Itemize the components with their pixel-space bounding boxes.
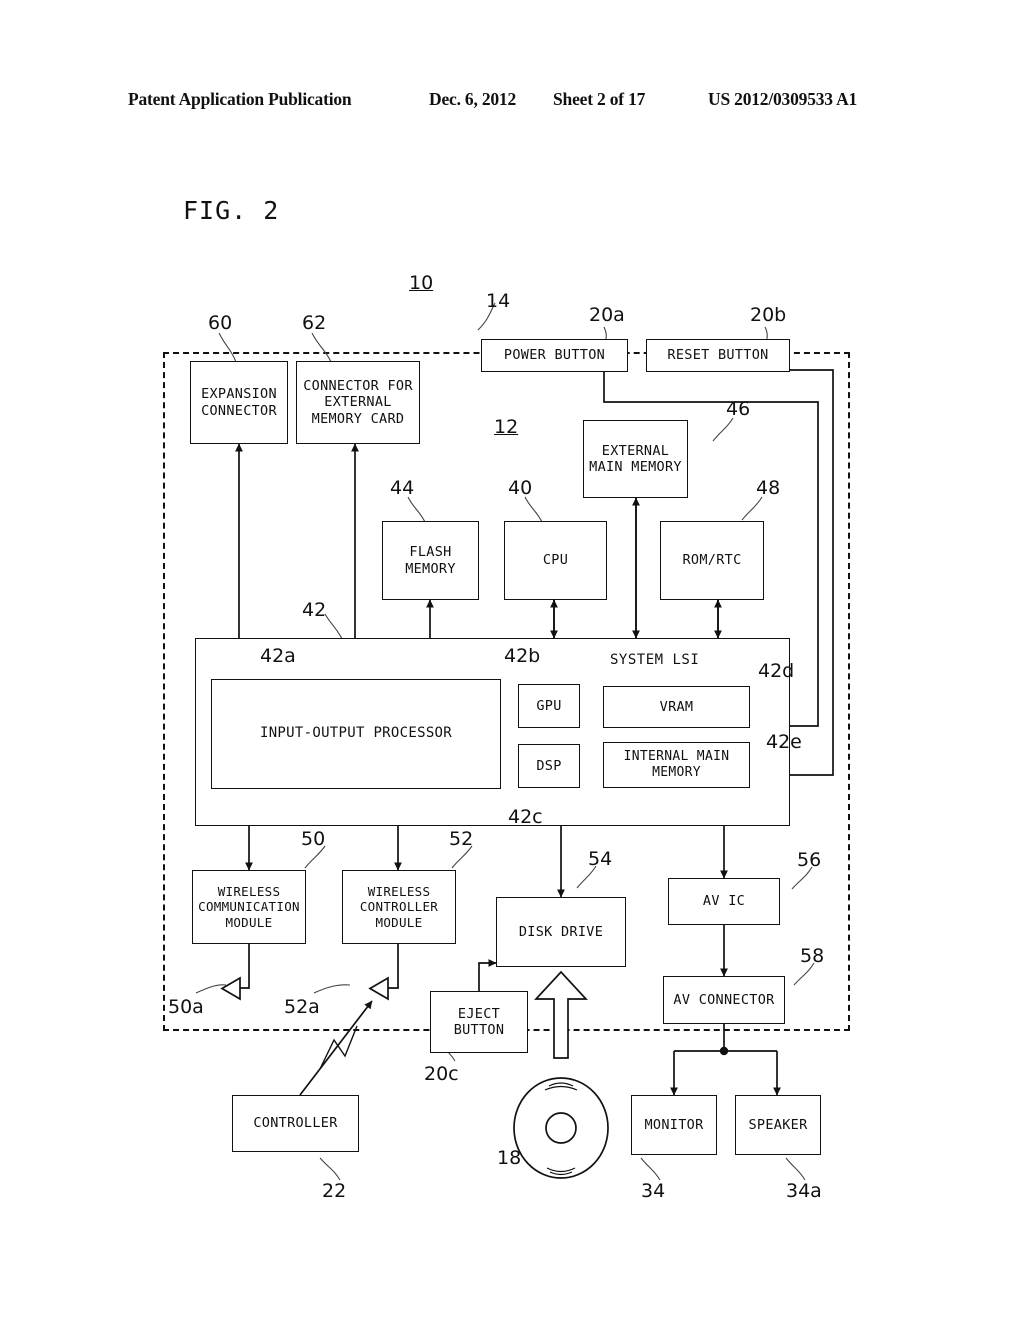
ref-40: 40 <box>508 477 533 499</box>
block-reset-button[interactable]: RESET BUTTON <box>646 339 790 372</box>
ref-44: 44 <box>390 477 415 499</box>
ref-58: 58 <box>800 945 825 967</box>
publication-number: US 2012/0309533 A1 <box>708 88 858 109</box>
block-label: CONTROLLER <box>253 1115 338 1132</box>
block-label: WIRELESS CONTROLLER MODULE <box>359 884 439 930</box>
ref-42c: 42c <box>508 806 543 828</box>
ref-42a: 42a <box>260 645 296 667</box>
ref-42e: 42e <box>766 731 802 753</box>
block-label: AV CONNECTOR <box>673 991 775 1008</box>
figure-label: FIG. 2 <box>183 196 280 225</box>
ref-34a: 34a <box>786 1180 822 1202</box>
block-label: INTERNAL MAIN MEMORY <box>623 749 730 780</box>
block-gpu[interactable]: GPU <box>518 684 580 728</box>
block-external-main-memory[interactable]: EXTERNAL MAIN MEMORY <box>583 420 688 498</box>
ref-18: 18 <box>497 1147 522 1169</box>
block-label: AV IC <box>702 893 746 910</box>
ref-50: 50 <box>301 828 326 850</box>
ref-42d: 42d <box>758 660 795 682</box>
block-internal-main-memory[interactable]: INTERNAL MAIN MEMORY <box>603 742 750 788</box>
ref-50a: 50a <box>168 996 204 1018</box>
ref-60: 60 <box>208 312 233 334</box>
ref-board-12: 12 <box>494 416 519 438</box>
ref-housing-14: 14 <box>486 290 511 312</box>
block-expansion-connector[interactable]: EXPANSION CONNECTOR <box>190 361 288 444</box>
ref-42b: 42b <box>504 645 541 667</box>
block-label: FLASH MEMORY <box>405 544 456 577</box>
ref-22: 22 <box>322 1180 347 1202</box>
ref-62: 62 <box>302 312 327 334</box>
block-wireless-controller-module[interactable]: WIRELESS CONTROLLER MODULE <box>342 870 456 944</box>
block-label: CPU <box>542 552 569 569</box>
block-label: GPU <box>536 697 562 714</box>
block-vram[interactable]: VRAM <box>603 686 750 728</box>
ref-52a: 52a <box>284 996 320 1018</box>
block-label: POWER BUTTON <box>503 347 606 364</box>
block-label: MONITOR <box>644 1116 704 1133</box>
block-rom-rtc[interactable]: ROM/RTC <box>660 521 764 600</box>
ref-52: 52 <box>449 828 474 850</box>
block-label: EXPANSION CONNECTOR <box>201 386 277 419</box>
block-label: DISK DRIVE <box>518 923 604 940</box>
system-lsi-label: SYSTEM LSI <box>610 652 700 668</box>
block-memory-card-connector[interactable]: CONNECTOR FOR EXTERNAL MEMORY CARD <box>296 361 420 444</box>
ref-20a: 20a <box>589 304 625 326</box>
block-label: INPUT-OUTPUT PROCESSOR <box>259 725 453 742</box>
ref-56: 56 <box>797 849 822 871</box>
page-header: Patent Application Publication Dec. 6, 2… <box>0 86 1024 112</box>
block-label: RESET BUTTON <box>667 347 769 364</box>
block-controller[interactable]: CONTROLLER <box>232 1095 359 1152</box>
block-monitor[interactable]: MONITOR <box>631 1095 717 1155</box>
ref-system-10: 10 <box>409 272 434 294</box>
ref-54: 54 <box>588 848 613 870</box>
block-power-button[interactable]: POWER BUTTON <box>481 339 628 372</box>
block-av-connector[interactable]: AV CONNECTOR <box>663 976 785 1024</box>
block-label: SPEAKER <box>748 1116 808 1133</box>
block-input-output-processor[interactable]: INPUT-OUTPUT PROCESSOR <box>211 679 501 789</box>
ref-20b: 20b <box>750 304 787 326</box>
publication-date: Dec. 6, 2012 <box>429 88 517 109</box>
block-label: ROM/RTC <box>682 552 742 569</box>
block-label: EXTERNAL MAIN MEMORY <box>589 442 682 475</box>
block-dsp[interactable]: DSP <box>518 744 580 788</box>
block-eject-button[interactable]: EJECT BUTTON <box>430 991 528 1053</box>
ref-42: 42 <box>302 599 327 621</box>
ref-34: 34 <box>641 1180 666 1202</box>
block-speaker[interactable]: SPEAKER <box>735 1095 821 1155</box>
block-cpu[interactable]: CPU <box>504 521 607 600</box>
publication-title: Patent Application Publication <box>128 88 352 109</box>
block-label: DSP <box>536 757 562 774</box>
block-label: CONNECTOR FOR EXTERNAL MEMORY CARD <box>303 377 413 427</box>
block-wireless-communication-module[interactable]: WIRELESS COMMUNICATION MODULE <box>192 870 306 944</box>
block-label: EJECT BUTTON <box>453 1005 505 1038</box>
block-label: WIRELESS COMMUNICATION MODULE <box>198 884 300 930</box>
block-label: VRAM <box>659 698 694 715</box>
ref-48: 48 <box>756 477 781 499</box>
block-flash-memory[interactable]: FLASH MEMORY <box>382 521 479 600</box>
block-disk-drive[interactable]: DISK DRIVE <box>496 897 626 967</box>
block-av-ic[interactable]: AV IC <box>668 878 780 925</box>
ref-20c: 20c <box>424 1063 459 1085</box>
ref-46: 46 <box>726 398 751 420</box>
sheet-number: Sheet 2 of 17 <box>553 88 646 109</box>
